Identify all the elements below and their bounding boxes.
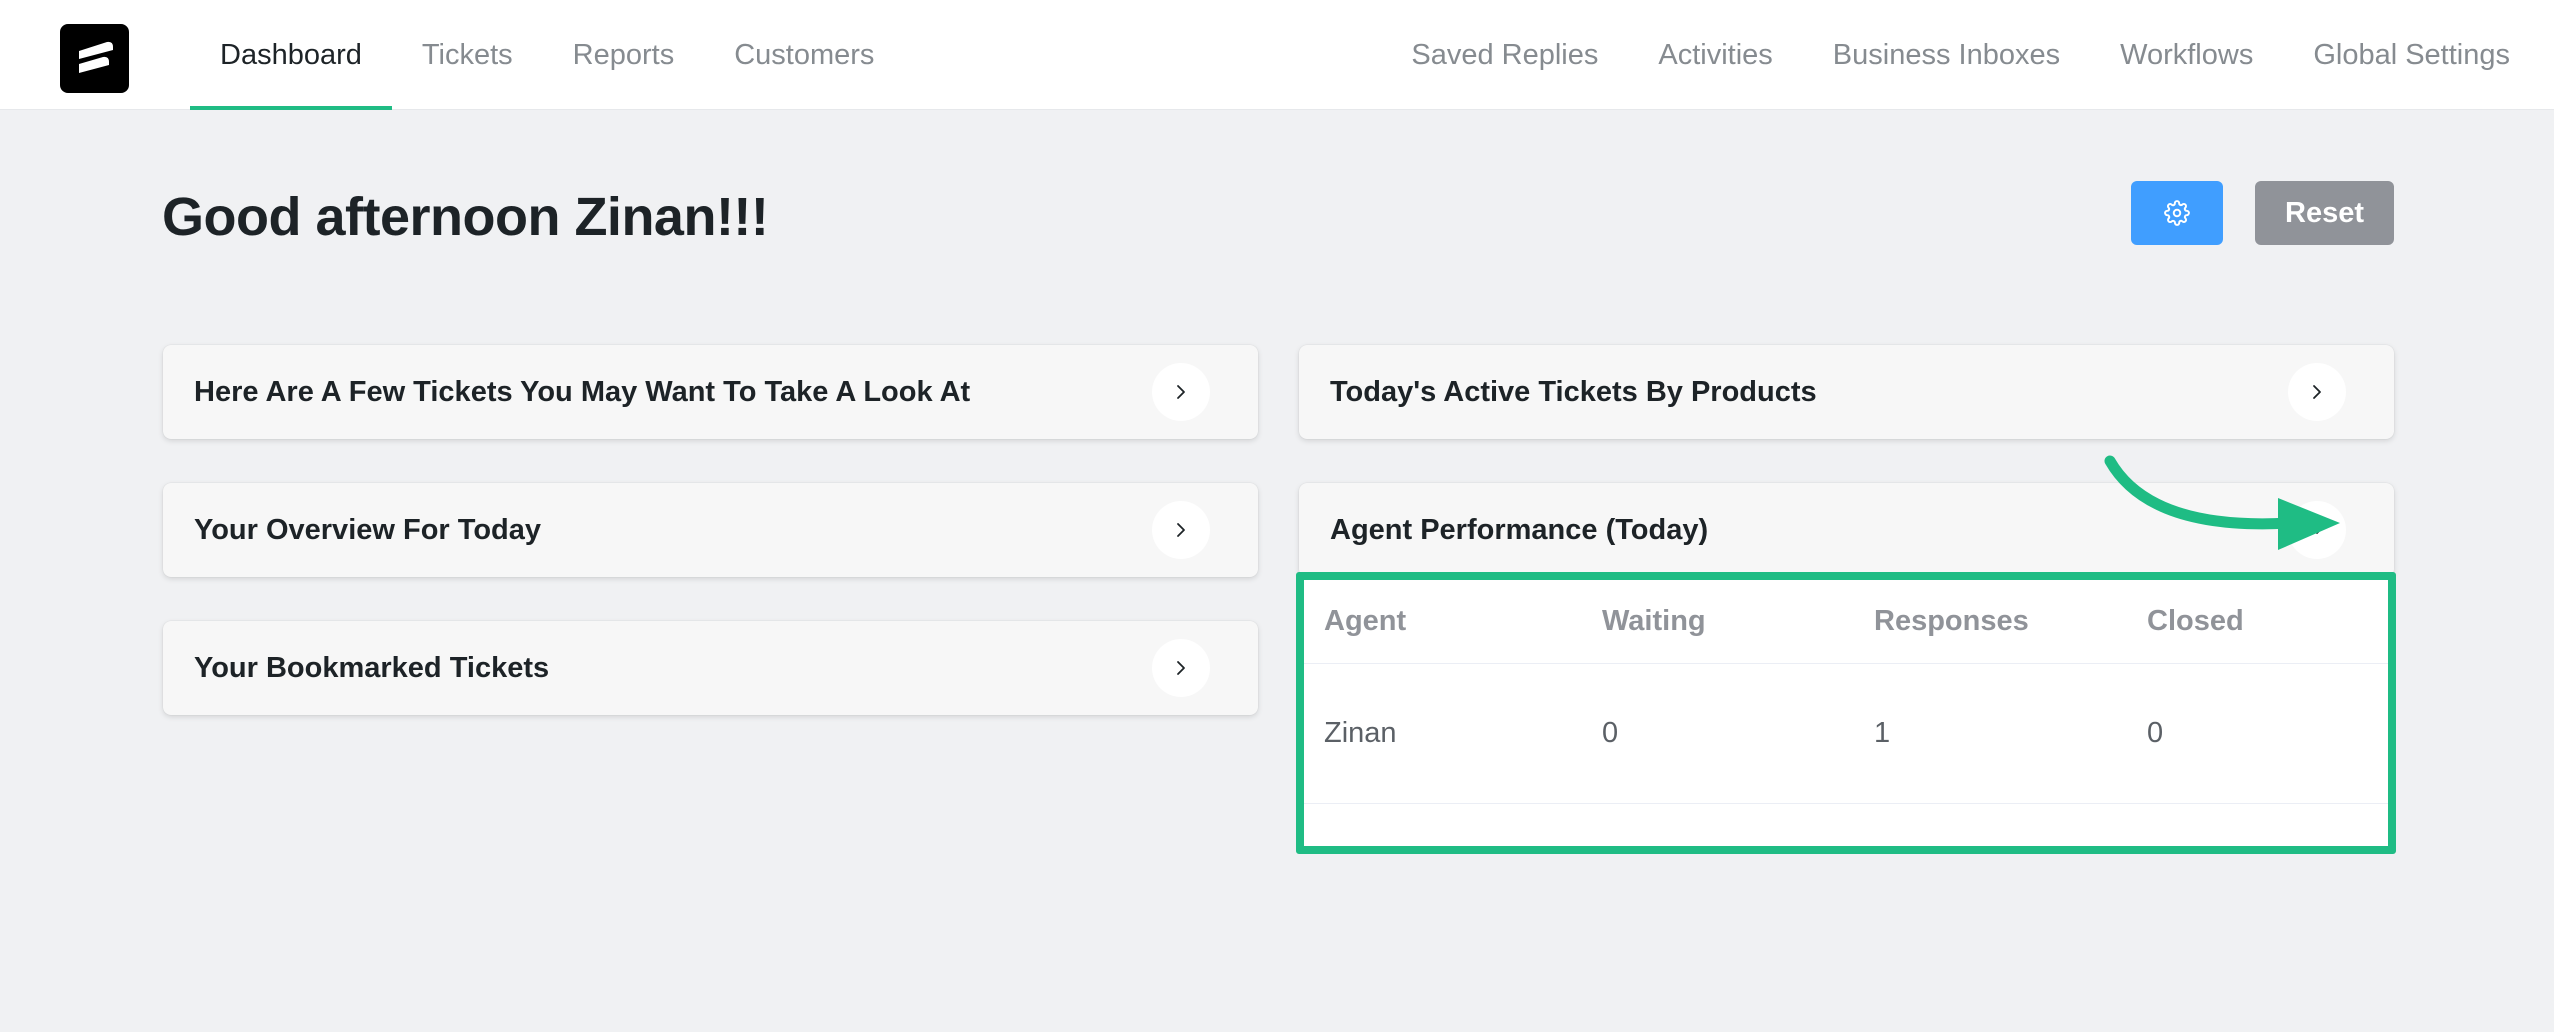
nav-reports[interactable]: Reports — [543, 0, 705, 110]
column-header-waiting: Waiting — [1602, 605, 1706, 637]
card-title: Here Are A Few Tickets You May Want To T… — [194, 375, 971, 408]
card-overview-today[interactable]: Your Overview For Today — [163, 483, 1258, 577]
cell-responses: 1 — [1874, 717, 1891, 749]
expand-button[interactable] — [1152, 501, 1210, 559]
page-greeting: Good afternoon Zinan!!! — [162, 187, 769, 247]
logo-icon — [78, 41, 113, 73]
card-title: Agent Performance (Today) — [1330, 513, 1709, 546]
nav-activities[interactable]: Activities — [1628, 0, 1802, 110]
nav-saved-replies[interactable]: Saved Replies — [1381, 0, 1628, 110]
curved-arrow-icon — [2104, 455, 2340, 550]
nav-workflows[interactable]: Workflows — [2090, 0, 2283, 110]
column-header-closed: Closed — [2147, 605, 2244, 637]
column-header-agent: Agent — [1324, 605, 1407, 637]
nav-global-settings[interactable]: Global Settings — [2283, 0, 2510, 110]
nav-tickets[interactable]: Tickets — [392, 0, 543, 110]
secondary-nav: Saved Replies Activities Business Inboxe… — [1381, 0, 2510, 110]
card-bookmarked-tickets[interactable]: Your Bookmarked Tickets — [163, 621, 1258, 715]
cell-agent: Zinan — [1324, 717, 1397, 749]
table-header: Agent Waiting Responses Closed — [1304, 580, 2388, 664]
nav-business-inboxes[interactable]: Business Inboxes — [1803, 0, 2090, 110]
card-title: Your Bookmarked Tickets — [194, 651, 550, 684]
agent-performance-table: Agent Waiting Responses Closed Zinan 0 1… — [1296, 572, 2396, 854]
chevron-right-icon — [1177, 523, 1185, 537]
column-header-responses: Responses — [1874, 605, 2029, 637]
reset-button[interactable]: Reset — [2255, 181, 2394, 245]
table-row: Zinan 0 1 0 — [1304, 664, 2388, 804]
chevron-right-icon — [1177, 385, 1185, 399]
primary-nav: Dashboard Tickets Reports Customers — [190, 0, 904, 110]
nav-customers[interactable]: Customers — [704, 0, 904, 110]
chevron-right-icon — [1177, 661, 1185, 675]
card-title: Today's Active Tickets By Products — [1330, 375, 1817, 408]
top-navbar: Dashboard Tickets Reports Customers Save… — [0, 0, 2554, 110]
card-active-tickets-by-products[interactable]: Today's Active Tickets By Products — [1299, 345, 2394, 439]
card-title: Your Overview For Today — [194, 513, 542, 546]
app-logo[interactable] — [60, 24, 129, 93]
card-tickets-to-look-at[interactable]: Here Are A Few Tickets You May Want To T… — [163, 345, 1258, 439]
expand-button[interactable] — [1152, 639, 1210, 697]
cell-closed: 0 — [2147, 717, 2164, 749]
gear-icon — [2164, 200, 2190, 226]
expand-button[interactable] — [2288, 363, 2346, 421]
cell-waiting: 0 — [1602, 717, 1619, 749]
dashboard-settings-button[interactable] — [2131, 181, 2223, 245]
chevron-right-icon — [2313, 385, 2321, 399]
nav-dashboard[interactable]: Dashboard — [190, 0, 392, 110]
expand-button[interactable] — [1152, 363, 1210, 421]
